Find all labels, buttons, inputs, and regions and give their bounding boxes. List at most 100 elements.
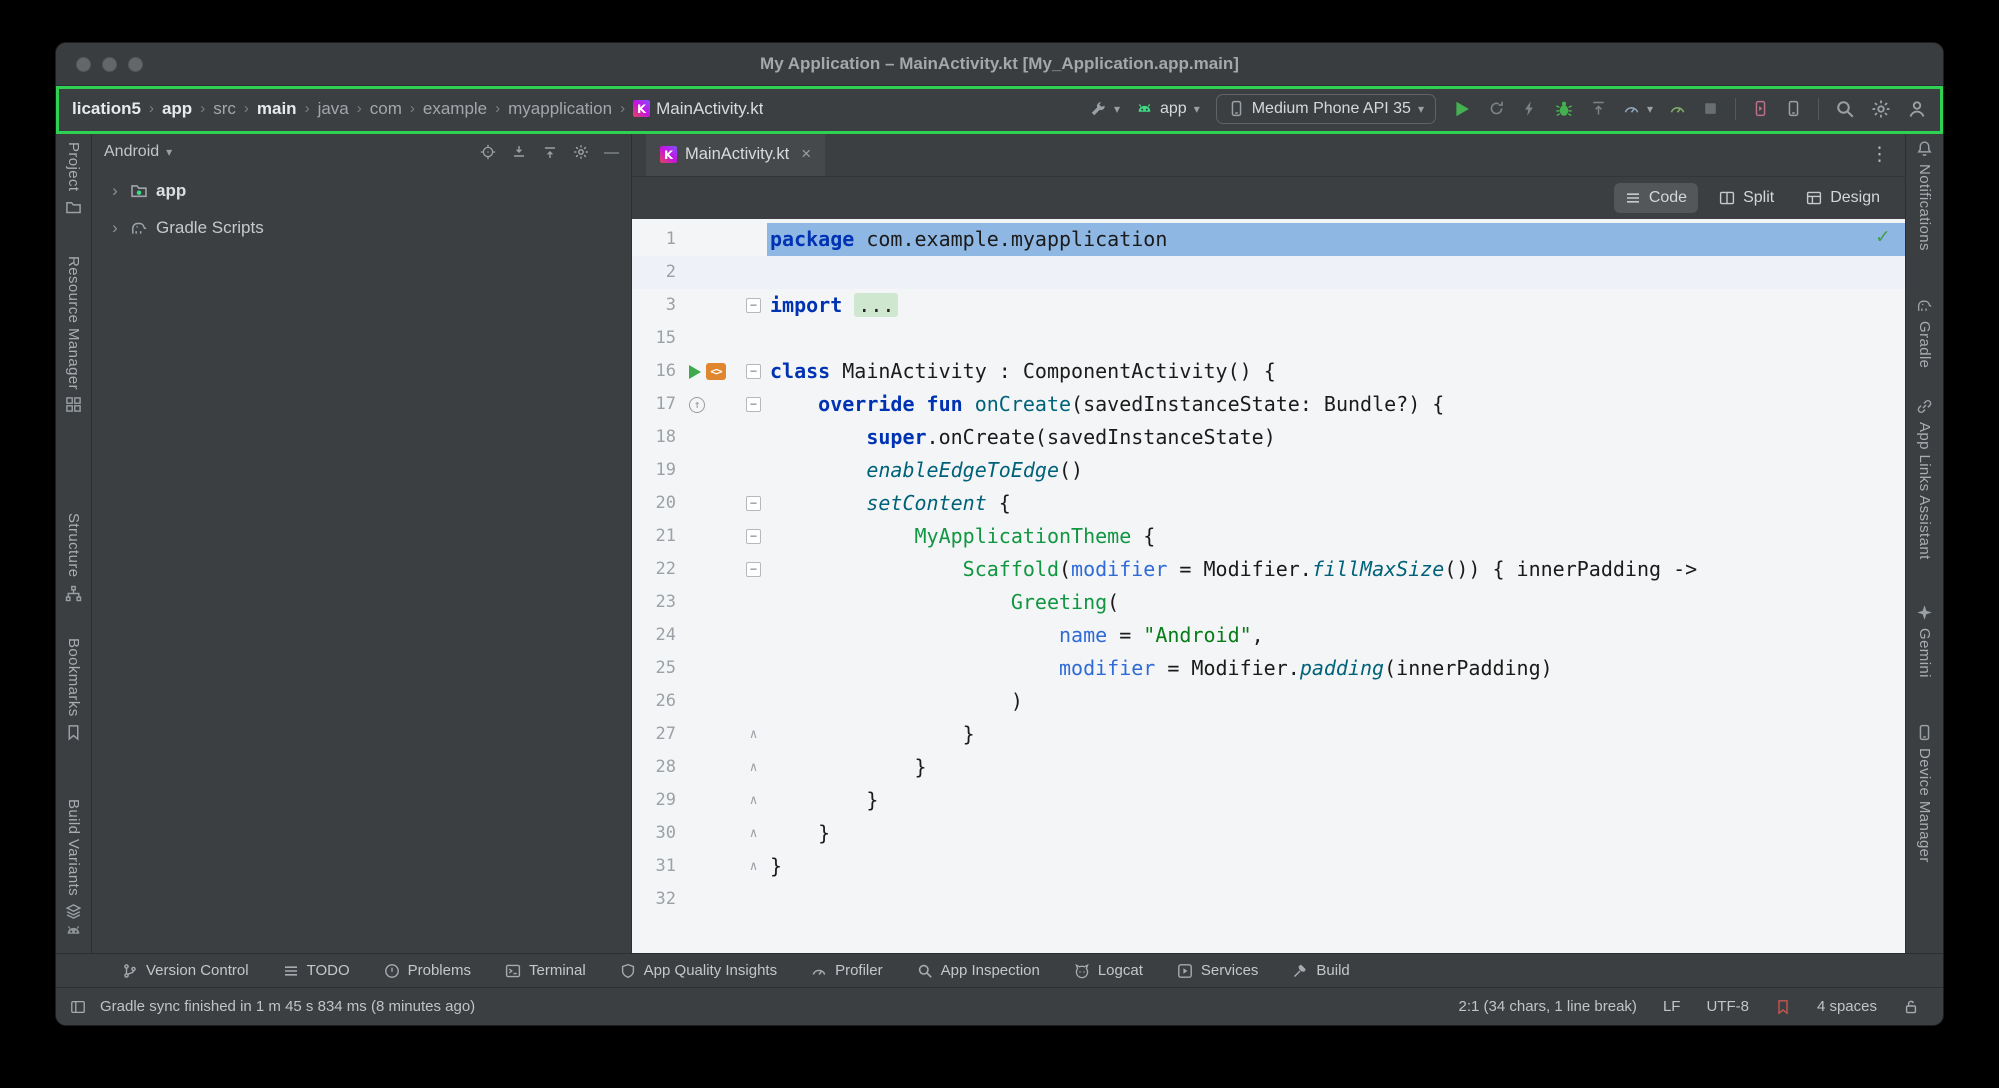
settings-button[interactable]: [1871, 99, 1891, 119]
view-mode-design[interactable]: Design: [1795, 183, 1891, 213]
fold-collapse-icon[interactable]: −: [746, 397, 761, 412]
fold-column: −: [740, 553, 767, 586]
code-editor[interactable]: 1package com.example.myapplication23−imp…: [632, 219, 1905, 953]
tool-stripe-app-links-assistant[interactable]: App Links Assistant: [1916, 398, 1933, 560]
breadcrumb-label: myapplication: [508, 99, 612, 119]
breadcrumb-src[interactable]: src: [213, 99, 236, 119]
fold-collapse-icon[interactable]: −: [746, 496, 761, 511]
tool-stripe-device-manager[interactable]: Device Manager: [1916, 724, 1933, 863]
layout-icon[interactable]: [70, 999, 86, 1015]
breadcrumb-app[interactable]: app: [162, 99, 192, 119]
breadcrumb-mainactivity-kt[interactable]: MainActivity.kt: [633, 99, 763, 119]
panel-settings-button[interactable]: [573, 144, 589, 160]
tool-button-version-control[interactable]: Version Control: [122, 962, 249, 979]
file-encoding[interactable]: UTF-8: [1706, 998, 1749, 1015]
tool-stripe-structure[interactable]: Structure: [65, 513, 82, 601]
tool-button-todo[interactable]: TODO: [283, 962, 350, 979]
breadcrumb-com[interactable]: com: [370, 99, 402, 119]
apply-code-changes-button[interactable]: [1521, 100, 1538, 117]
minimize-button[interactable]: [102, 57, 117, 72]
caret-position[interactable]: 2:1 (34 chars, 1 line break): [1459, 998, 1637, 1015]
fold-collapse-icon[interactable]: −: [746, 364, 761, 379]
tool-stripe-project[interactable]: Project: [65, 142, 82, 216]
code-line: 28∧ }: [632, 751, 1905, 784]
tool-stripe-notifications[interactable]: Notifications: [1916, 140, 1933, 251]
tool-stripe-gradle[interactable]: Gradle: [1916, 297, 1933, 368]
tool-stripe-gemini[interactable]: Gemini: [1916, 604, 1933, 678]
fold-collapse-icon[interactable]: −: [746, 529, 761, 544]
lock-icon[interactable]: [1903, 999, 1919, 1015]
tool-button-services[interactable]: Services: [1177, 962, 1259, 979]
tool-stripe-build-variants[interactable]: Build Variants: [65, 799, 82, 920]
search-button[interactable]: [1835, 99, 1855, 119]
line-ending[interactable]: LF: [1663, 998, 1681, 1015]
tab-mainactivity[interactable]: MainActivity.kt ×: [646, 132, 825, 176]
compose-preview-icon[interactable]: <>: [706, 363, 726, 380]
tool-button-app-inspection[interactable]: App Inspection: [917, 962, 1040, 979]
gutter-icons: [680, 883, 740, 916]
code-token: class: [770, 359, 830, 383]
hide-panel-button[interactable]: —: [604, 144, 619, 161]
overrides-method-icon[interactable]: ↑: [689, 397, 705, 413]
profiler-button[interactable]: [1669, 100, 1686, 117]
collapse-all-button[interactable]: [542, 144, 558, 160]
more-options-icon[interactable]: ⋮: [1854, 143, 1905, 166]
android-icon[interactable]: [65, 922, 82, 939]
stop-button[interactable]: [1702, 100, 1719, 117]
breadcrumb-lication5[interactable]: lication5: [72, 99, 141, 119]
breadcrumb-java[interactable]: java: [318, 99, 349, 119]
project-tree-item-gradle-scripts[interactable]: ›Gradle Scripts: [92, 209, 631, 246]
locate-file-button[interactable]: [480, 144, 496, 160]
zoom-button[interactable]: [128, 57, 143, 72]
view-mode-split[interactable]: Split: [1708, 183, 1785, 213]
run-button[interactable]: [1452, 99, 1472, 119]
tool-button-label: Logcat: [1098, 962, 1143, 979]
code-text: }: [767, 718, 1905, 751]
run-configuration-select[interactable]: app ▾: [1136, 100, 1200, 118]
close-button[interactable]: [76, 57, 91, 72]
tool-button-app-quality-insights[interactable]: App Quality Insights: [620, 962, 777, 979]
breadcrumb-separator-icon: ›: [297, 100, 318, 117]
indent-style[interactable]: 4 spaces: [1817, 998, 1877, 1015]
tool-stripe-resource-manager[interactable]: Resource Manager: [65, 256, 82, 414]
debug-button[interactable]: [1554, 99, 1574, 119]
fold-column: [740, 454, 767, 487]
tool-stripe-bookmarks[interactable]: Bookmarks: [65, 638, 82, 741]
fold-end-icon[interactable]: ∧: [750, 784, 758, 817]
fold-end-icon[interactable]: ∧: [750, 850, 758, 883]
fold-end-icon[interactable]: ∧: [750, 817, 758, 850]
project-tree-item-app[interactable]: ›app: [92, 172, 631, 209]
running-devices-button[interactable]: [1752, 100, 1769, 117]
close-icon[interactable]: ×: [801, 144, 811, 164]
run-line-icon[interactable]: [689, 365, 701, 379]
expand-all-button[interactable]: [511, 144, 527, 160]
line-number: 30: [632, 817, 680, 850]
breadcrumb-example[interactable]: example: [423, 99, 487, 119]
apply-changes-button[interactable]: [1488, 100, 1505, 117]
tool-button-logcat[interactable]: Logcat: [1074, 962, 1143, 979]
status-widget-icon[interactable]: [1775, 999, 1791, 1015]
profile-avatar-button[interactable]: [1907, 99, 1927, 119]
tool-button-problems[interactable]: Problems: [384, 962, 471, 979]
breadcrumb-main[interactable]: main: [257, 99, 297, 119]
fold-end-icon[interactable]: ∧: [750, 751, 758, 784]
fold-collapse-icon[interactable]: −: [746, 562, 761, 577]
breadcrumb-myapplication[interactable]: myapplication: [508, 99, 612, 119]
code-text: package com.example.myapplication: [767, 223, 1905, 256]
fold-end-icon[interactable]: ∧: [750, 718, 758, 751]
fold-collapse-icon[interactable]: −: [746, 298, 761, 313]
code-text: name = "Android",: [767, 619, 1905, 652]
inspections-ok-icon[interactable]: ✓: [1876, 224, 1889, 248]
view-mode-code[interactable]: Code: [1614, 183, 1698, 213]
device-manager-button[interactable]: [1785, 100, 1802, 117]
project-view-select[interactable]: Android ▾: [104, 143, 172, 161]
tool-button-profiler[interactable]: Profiler: [811, 962, 883, 979]
build-tool-menu[interactable]: ▾: [1090, 100, 1120, 117]
profile-app-button[interactable]: ▾: [1623, 100, 1653, 117]
attach-debugger-button[interactable]: [1590, 100, 1607, 117]
tool-button-build[interactable]: Build: [1292, 962, 1349, 979]
tool-stripe-label: Device Manager: [1916, 748, 1933, 863]
sync-status-message[interactable]: Gradle sync finished in 1 m 45 s 834 ms …: [100, 998, 475, 1015]
device-select[interactable]: Medium Phone API 35 ▾: [1216, 94, 1436, 124]
tool-button-terminal[interactable]: Terminal: [505, 962, 586, 979]
